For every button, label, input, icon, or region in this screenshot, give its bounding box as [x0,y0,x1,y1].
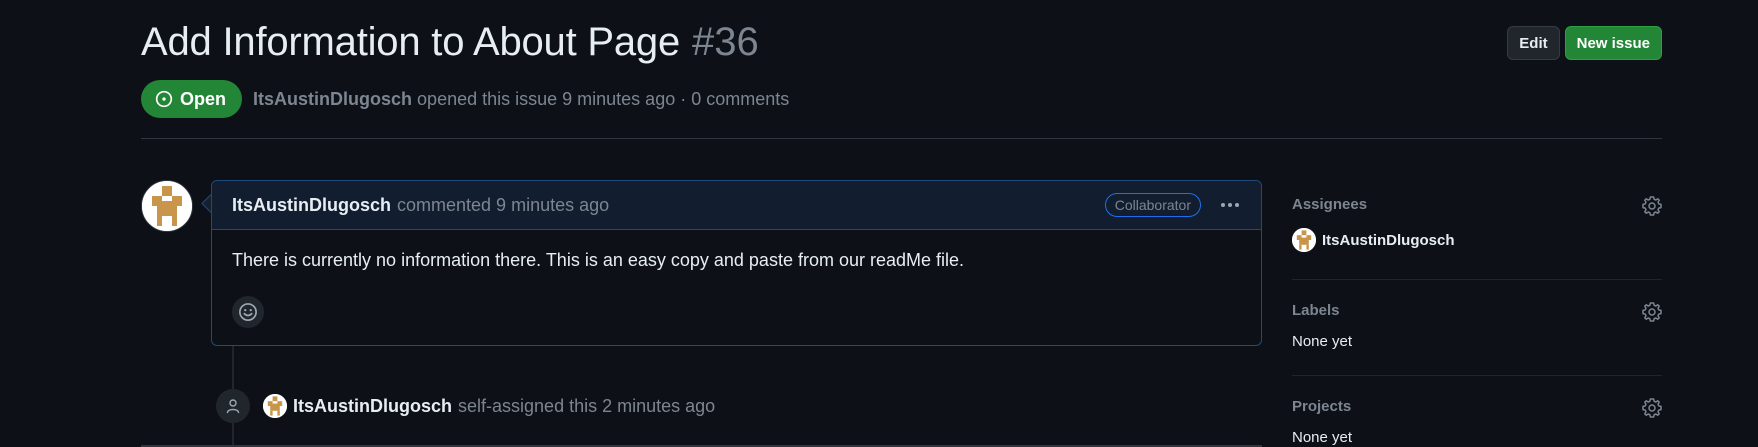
collaborator-badge: Collaborator [1104,193,1201,217]
state-badge: Open [141,80,243,118]
issue-opened-icon [155,90,173,108]
issue-author-link[interactable]: ItsAustinDlugosch [253,89,412,109]
timeline-action: self-assigned this 2 minutes ago [458,395,716,416]
timeline-event: ItsAustinDlugosch self-assigned this 2 m… [263,394,715,418]
comment-options-button[interactable] [1219,195,1241,215]
avatar[interactable] [263,394,287,418]
header-actions: Edit New issue [1507,26,1662,60]
gear-icon[interactable] [1642,302,1662,322]
sidebar-assignees: Assignees ItsAustinDlugosch [1292,196,1662,280]
avatar [1292,228,1316,252]
labels-value: None yet [1292,333,1353,350]
assignees-heading[interactable]: Assignees [1292,196,1662,213]
projects-heading[interactable]: Projects [1292,398,1662,415]
comment-author-link[interactable]: ItsAustinDlugosch [232,195,391,216]
new-issue-button[interactable]: New issue [1564,26,1662,60]
identicon-icon [142,181,192,231]
issue-number: #36 [692,20,759,64]
issue-page: Add Information to About Page #36 Edit N… [0,0,1758,447]
state-label: Open [180,88,227,109]
meta-text: ItsAustinDlugosch opened this issue 9 mi… [253,89,789,110]
timeline-author-link[interactable]: ItsAustinDlugosch [293,396,452,417]
person-icon [226,399,240,414]
avatar[interactable] [141,180,193,232]
comment-box: ItsAustinDlugosch commented 9 minutes ag… [211,180,1262,346]
comment-header: ItsAustinDlugosch commented 9 minutes ag… [212,181,1261,230]
issue-sidebar: Assignees ItsAustinDlugosch Labels None … [1292,196,1662,447]
issue-title-row: Add Information to About Page #36 [141,20,759,76]
smiley-icon [239,303,257,321]
identicon-icon [263,394,287,418]
meta-rest: opened this issue 9 minutes ago · 0 comm… [417,88,790,109]
issue-title: Add Information to About Page [141,20,681,64]
gear-icon[interactable] [1642,196,1662,216]
gear-icon[interactable] [1642,398,1662,418]
labels-heading[interactable]: Labels [1292,302,1662,319]
timeline-badge [216,389,250,423]
projects-value: None yet [1292,429,1353,446]
assignee-name: ItsAustinDlugosch [1322,231,1455,249]
kebab-horizontal-icon [1221,203,1239,207]
assignee-item[interactable]: ItsAustinDlugosch [1292,228,1662,252]
issue-meta: Open ItsAustinDlugosch opened this issue… [141,80,789,118]
add-reaction-button[interactable] [232,296,264,328]
edit-button[interactable]: Edit [1507,26,1560,60]
identicon-icon [1292,228,1316,252]
comment-body: There is currently no information there.… [232,250,965,270]
sidebar-projects: Projects None yet [1292,376,1662,447]
comment-timestamp[interactable]: commented 9 minutes ago [397,195,609,216]
header-divider [141,138,1662,139]
sidebar-labels: Labels None yet [1292,280,1662,376]
